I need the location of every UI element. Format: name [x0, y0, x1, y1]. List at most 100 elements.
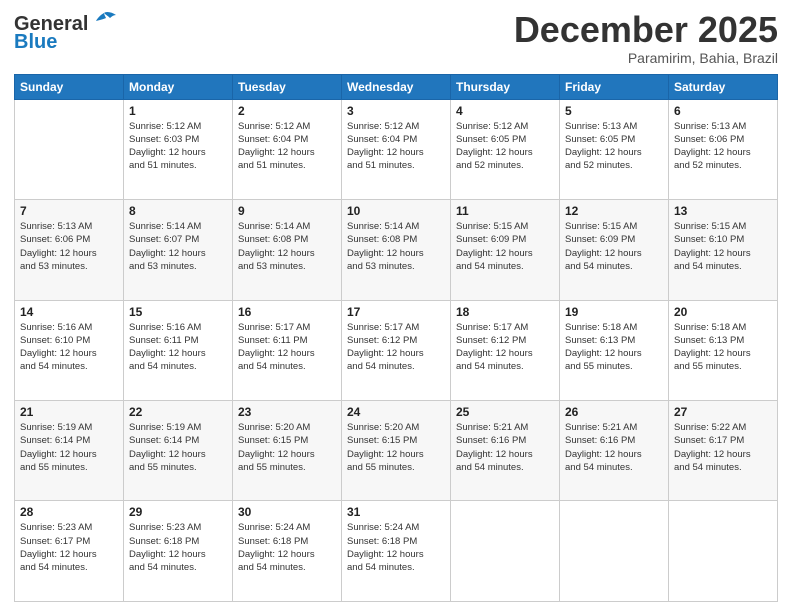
day-number: 11 — [456, 204, 554, 218]
day-info: Sunrise: 5:14 AM Sunset: 6:07 PM Dayligh… — [129, 220, 227, 273]
day-number: 27 — [674, 405, 772, 419]
calendar-week-3: 14 Sunrise: 5:16 AM Sunset: 6:10 PM Dayli… — [15, 300, 778, 400]
day-info: Sunrise: 5:20 AM Sunset: 6:15 PM Dayligh… — [238, 421, 336, 474]
day-info: Sunrise: 5:15 AM Sunset: 6:09 PM Dayligh… — [565, 220, 663, 273]
day-number: 14 — [20, 305, 118, 319]
calendar-cell: 7Sunrise: 5:13 AM Sunset: 6:06 PM Daylig… — [15, 200, 124, 300]
calendar-cell: 2 Sunrise: 5:12 AM Sunset: 6:04 PM Daylig… — [233, 99, 342, 199]
day-number: 3 — [347, 104, 445, 118]
day-info: Sunrise: 5:18 AM Sunset: 6:13 PM Dayligh… — [674, 321, 772, 374]
calendar-cell: 9Sunrise: 5:14 AM Sunset: 6:08 PM Daylig… — [233, 200, 342, 300]
calendar-cell — [15, 99, 124, 199]
day-number: 10 — [347, 204, 445, 218]
day-info: Sunrise: 5:16 AM Sunset: 6:10 PM Dayligh… — [20, 321, 118, 374]
day-number: 20 — [674, 305, 772, 319]
calendar-cell: 24Sunrise: 5:20 AM Sunset: 6:15 PM Dayli… — [342, 401, 451, 501]
calendar-cell: 28 Sunrise: 5:23 AM Sunset: 6:17 PM Dayli… — [15, 501, 124, 602]
day-info: Sunrise: 5:23 AM Sunset: 6:17 PM Dayligh… — [20, 521, 118, 574]
calendar-week-2: 7Sunrise: 5:13 AM Sunset: 6:06 PM Daylig… — [15, 200, 778, 300]
day-info: Sunrise: 5:17 AM Sunset: 6:11 PM Dayligh… — [238, 321, 336, 374]
day-info: Sunrise: 5:12 AM Sunset: 6:03 PM Dayligh… — [129, 120, 227, 173]
day-number: 15 — [129, 305, 227, 319]
day-info: Sunrise: 5:24 AM Sunset: 6:18 PM Dayligh… — [238, 521, 336, 574]
day-info: Sunrise: 5:19 AM Sunset: 6:14 PM Dayligh… — [20, 421, 118, 474]
day-number: 25 — [456, 405, 554, 419]
day-info: Sunrise: 5:12 AM Sunset: 6:04 PM Dayligh… — [238, 120, 336, 173]
day-info: Sunrise: 5:13 AM Sunset: 6:06 PM Dayligh… — [674, 120, 772, 173]
calendar-cell: 12Sunrise: 5:15 AM Sunset: 6:09 PM Dayli… — [560, 200, 669, 300]
calendar-cell: 22 Sunrise: 5:19 AM Sunset: 6:14 PM Dayli… — [124, 401, 233, 501]
day-info: Sunrise: 5:19 AM Sunset: 6:14 PM Dayligh… — [129, 421, 227, 474]
month-title: December 2025 — [514, 10, 778, 50]
day-number: 21 — [20, 405, 118, 419]
calendar-cell: 1 Sunrise: 5:12 AM Sunset: 6:03 PM Daylig… — [124, 99, 233, 199]
calendar-cell: 5Sunrise: 5:13 AM Sunset: 6:05 PM Daylig… — [560, 99, 669, 199]
header-saturday: Saturday — [669, 74, 778, 99]
day-info: Sunrise: 5:12 AM Sunset: 6:04 PM Dayligh… — [347, 120, 445, 173]
day-number: 30 — [238, 505, 336, 519]
logo-bird-icon — [90, 11, 118, 33]
day-number: 31 — [347, 505, 445, 519]
day-number: 4 — [456, 104, 554, 118]
calendar-cell — [669, 501, 778, 602]
calendar-week-5: 28 Sunrise: 5:23 AM Sunset: 6:17 PM Dayli… — [15, 501, 778, 602]
day-info: Sunrise: 5:21 AM Sunset: 6:16 PM Dayligh… — [456, 421, 554, 474]
day-info: Sunrise: 5:17 AM Sunset: 6:12 PM Dayligh… — [347, 321, 445, 374]
day-info: Sunrise: 5:14 AM Sunset: 6:08 PM Dayligh… — [347, 220, 445, 273]
header-monday: Monday — [124, 74, 233, 99]
location: Paramirim, Bahia, Brazil — [514, 50, 778, 66]
day-number: 17 — [347, 305, 445, 319]
header-tuesday: Tuesday — [233, 74, 342, 99]
logo-blue: Blue — [14, 32, 57, 52]
page: General Blue December 2025 Paramirim, Ba… — [0, 0, 792, 612]
day-number: 9 — [238, 204, 336, 218]
day-number: 1 — [129, 104, 227, 118]
day-number: 23 — [238, 405, 336, 419]
day-number: 6 — [674, 104, 772, 118]
calendar-cell: 15Sunrise: 5:16 AM Sunset: 6:11 PM Dayli… — [124, 300, 233, 400]
calendar-cell: 8Sunrise: 5:14 AM Sunset: 6:07 PM Daylig… — [124, 200, 233, 300]
calendar-table: Sunday Monday Tuesday Wednesday Thursday… — [14, 74, 778, 602]
day-info: Sunrise: 5:21 AM Sunset: 6:16 PM Dayligh… — [565, 421, 663, 474]
calendar-cell: 17 Sunrise: 5:17 AM Sunset: 6:12 PM Dayli… — [342, 300, 451, 400]
calendar-cell: 19Sunrise: 5:18 AM Sunset: 6:13 PM Dayli… — [560, 300, 669, 400]
calendar-week-1: 1 Sunrise: 5:12 AM Sunset: 6:03 PM Daylig… — [15, 99, 778, 199]
calendar-cell: 21 Sunrise: 5:19 AM Sunset: 6:14 PM Dayli… — [15, 401, 124, 501]
header-sunday: Sunday — [15, 74, 124, 99]
day-info: Sunrise: 5:15 AM Sunset: 6:09 PM Dayligh… — [456, 220, 554, 273]
day-info: Sunrise: 5:12 AM Sunset: 6:05 PM Dayligh… — [456, 120, 554, 173]
day-info: Sunrise: 5:13 AM Sunset: 6:05 PM Dayligh… — [565, 120, 663, 173]
calendar-cell: 11 Sunrise: 5:15 AM Sunset: 6:09 PM Dayli… — [451, 200, 560, 300]
calendar-cell: 23 Sunrise: 5:20 AM Sunset: 6:15 PM Dayli… — [233, 401, 342, 501]
calendar-cell: 10 Sunrise: 5:14 AM Sunset: 6:08 PM Dayli… — [342, 200, 451, 300]
day-info: Sunrise: 5:24 AM Sunset: 6:18 PM Dayligh… — [347, 521, 445, 574]
calendar-cell: 20 Sunrise: 5:18 AM Sunset: 6:13 PM Dayli… — [669, 300, 778, 400]
calendar-cell: 18 Sunrise: 5:17 AM Sunset: 6:12 PM Dayli… — [451, 300, 560, 400]
day-number: 29 — [129, 505, 227, 519]
calendar-week-4: 21 Sunrise: 5:19 AM Sunset: 6:14 PM Dayli… — [15, 401, 778, 501]
day-number: 22 — [129, 405, 227, 419]
calendar-cell: 26Sunrise: 5:21 AM Sunset: 6:16 PM Dayli… — [560, 401, 669, 501]
header: General Blue December 2025 Paramirim, Ba… — [14, 10, 778, 66]
calendar-cell — [451, 501, 560, 602]
day-number: 19 — [565, 305, 663, 319]
calendar-cell: 25 Sunrise: 5:21 AM Sunset: 6:16 PM Dayli… — [451, 401, 560, 501]
calendar-cell: 3 Sunrise: 5:12 AM Sunset: 6:04 PM Daylig… — [342, 99, 451, 199]
header-wednesday: Wednesday — [342, 74, 451, 99]
calendar-cell: 14 Sunrise: 5:16 AM Sunset: 6:10 PM Dayli… — [15, 300, 124, 400]
day-number: 18 — [456, 305, 554, 319]
calendar-cell: 13Sunrise: 5:15 AM Sunset: 6:10 PM Dayli… — [669, 200, 778, 300]
calendar-cell: 6 Sunrise: 5:13 AM Sunset: 6:06 PM Daylig… — [669, 99, 778, 199]
day-info: Sunrise: 5:17 AM Sunset: 6:12 PM Dayligh… — [456, 321, 554, 374]
day-number: 2 — [238, 104, 336, 118]
calendar-cell: 29Sunrise: 5:23 AM Sunset: 6:18 PM Dayli… — [124, 501, 233, 602]
calendar-cell: 31 Sunrise: 5:24 AM Sunset: 6:18 PM Dayli… — [342, 501, 451, 602]
day-info: Sunrise: 5:22 AM Sunset: 6:17 PM Dayligh… — [674, 421, 772, 474]
day-number: 16 — [238, 305, 336, 319]
calendar-cell: 30 Sunrise: 5:24 AM Sunset: 6:18 PM Dayli… — [233, 501, 342, 602]
day-info: Sunrise: 5:15 AM Sunset: 6:10 PM Dayligh… — [674, 220, 772, 273]
calendar-cell — [560, 501, 669, 602]
header-thursday: Thursday — [451, 74, 560, 99]
day-number: 28 — [20, 505, 118, 519]
logo: General Blue — [14, 14, 118, 52]
